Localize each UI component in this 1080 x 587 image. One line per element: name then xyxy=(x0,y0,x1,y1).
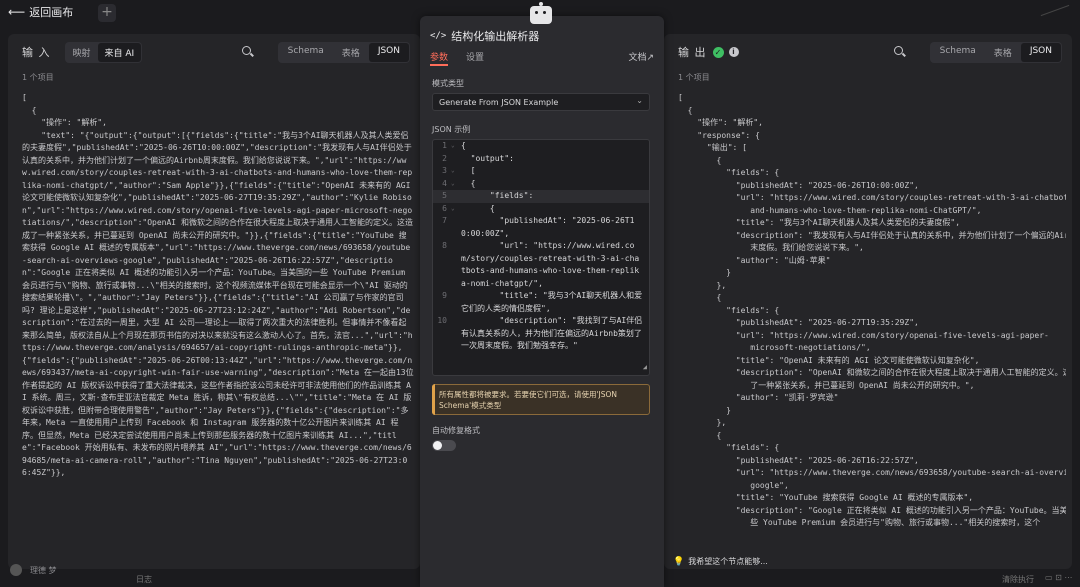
dialog-title-text: 结构化输出解析器 xyxy=(451,30,540,43)
code-icon: </> xyxy=(430,31,447,41)
json-example-label: JSON 示例 xyxy=(432,125,471,134)
arrow-left-icon: ⟵ xyxy=(8,5,26,19)
view-json-tab[interactable]: JSON xyxy=(1020,42,1061,62)
fold-icon: ⌄ xyxy=(451,167,455,174)
editor-line: 10 "description": "我找到了与AI伴侣有认真关系的人，并为他们… xyxy=(437,316,643,350)
schema-type-label: 模式类型 xyxy=(432,79,464,88)
editor-line: 8 "url": "https://www.wired.com/story/co… xyxy=(442,241,640,288)
input-json-view[interactable]: [ { "操作": "解析", "text": "{"output":{"out… xyxy=(22,92,414,569)
input-pane: 输 入 映射 来自 AI Schema 表格 JSON 1 个项目 [ { "操… xyxy=(8,34,420,569)
view-schema-tab[interactable]: Schema xyxy=(931,43,985,62)
editor-line: 4 ⌄ { xyxy=(433,178,649,191)
output-title: 输 出 xyxy=(678,46,707,59)
back-label: 返回画布 xyxy=(29,6,74,19)
chevron-down-icon: ⌄ xyxy=(636,96,643,105)
editor-line: 1 ⌄{ xyxy=(433,140,649,153)
log-toggle[interactable]: 日志 xyxy=(136,574,152,585)
view-json-tab[interactable]: JSON xyxy=(368,42,409,62)
json-example-editor[interactable]: 1 ⌄{ 2 "output": 3 ⌄ [ 4 ⌄ { 5 "fields": 6 ⌄… xyxy=(432,139,650,376)
view-schema-tab[interactable]: Schema xyxy=(279,43,333,62)
schema-type-select[interactable]: Generate From JSON Example ⌄ xyxy=(432,93,650,111)
success-check-icon: ✓ xyxy=(712,46,724,58)
dialog-tabs: 参数 设置 xyxy=(430,50,654,66)
input-view-switch: Schema 表格 JSON xyxy=(277,41,410,63)
docs-link[interactable]: 文档↗ xyxy=(628,50,654,63)
docs-label: 文档 xyxy=(628,53,647,63)
output-view-switch: Schema 表格 JSON xyxy=(929,41,1062,63)
add-button[interactable]: + xyxy=(98,4,116,22)
fold-icon: ⌄ xyxy=(451,204,455,212)
fold-icon: ⌄ xyxy=(451,142,455,149)
output-json-view[interactable]: [ { "操作": "解析", "response": { "输出": [ { … xyxy=(678,92,1066,569)
tab-parameters[interactable]: 参数 xyxy=(430,50,449,66)
clear-execution-button[interactable]: 清除执行 xyxy=(1002,574,1034,585)
resize-handle-icon[interactable]: ◢ xyxy=(643,361,647,374)
search-icon[interactable] xyxy=(892,44,908,60)
robot-icon xyxy=(530,2,552,24)
plus-icon: + xyxy=(101,4,113,20)
user-info: 理德 梦 xyxy=(10,564,57,576)
editor-line: 2 "output": xyxy=(442,153,514,163)
info-icon[interactable]: i xyxy=(728,47,739,57)
hint-text: 我希望这个节点能够... xyxy=(688,557,768,566)
input-title: 输 入 xyxy=(22,46,51,59)
editor-line: 9 "title": "我与3个AI聊天机器人和爱它们的人类的情侣度假", xyxy=(442,291,643,313)
external-link-icon: ↗ xyxy=(646,53,654,63)
editor-line: 6 ⌄ { xyxy=(433,203,649,216)
divider xyxy=(1040,4,1070,17)
fold-icon: ⌄ xyxy=(451,179,455,187)
dialog-title: </> 结构化输出解析器 xyxy=(430,28,539,44)
input-mode-toggle: 映射 来自 AI xyxy=(64,41,143,63)
view-table-tab[interactable]: 表格 xyxy=(333,43,369,62)
avatar xyxy=(10,564,22,576)
lightbulb-icon: 💡 xyxy=(673,556,685,567)
item-count: 1 个项目 xyxy=(22,73,54,82)
from-ai-tab[interactable]: 来自 AI xyxy=(97,42,142,62)
view-table-tab[interactable]: 表格 xyxy=(985,43,1021,62)
editor-line: 5 "fields": xyxy=(433,190,649,203)
editor-line: 3 ⌄ [ xyxy=(433,165,649,178)
ai-hint[interactable]: 💡 我希望这个节点能够... xyxy=(673,556,768,567)
schema-type-value: Generate From JSON Example xyxy=(439,98,559,107)
input-pane-header: 输 入 映射 来自 AI Schema 表格 JSON xyxy=(22,41,410,63)
back-to-canvas-button[interactable]: ⟵ 返回画布 xyxy=(8,4,73,20)
output-pane: 输 出 ✓ i Schema 表格 JSON 1 个项目 [ { "操作": "… xyxy=(664,34,1072,569)
autofix-toggle[interactable] xyxy=(432,440,456,451)
toolbar-icons: ▭ ⊡ ⋯ xyxy=(1045,573,1073,582)
search-icon[interactable] xyxy=(240,44,256,60)
item-count: 1 个项目 xyxy=(678,73,710,82)
user-name: 理德 梦 xyxy=(30,565,57,575)
output-pane-header: 输 出 ✓ i Schema 表格 JSON xyxy=(678,41,1062,63)
mapping-tab[interactable]: 映射 xyxy=(66,43,98,62)
editor-line: 7 "publishedAt": "2025-06-26T10:00:00Z", xyxy=(442,216,635,238)
tab-settings[interactable]: 设置 xyxy=(466,50,484,66)
warning-notice: 所有属性都将被要求。若要使它们可选，请使用'JSON Schema'模式类型 xyxy=(432,384,650,415)
node-dialog: </> 结构化输出解析器 参数 设置 文档↗ 模式类型 Generate Fro… xyxy=(420,16,664,587)
autofix-label: 自动修复格式 xyxy=(432,426,480,435)
